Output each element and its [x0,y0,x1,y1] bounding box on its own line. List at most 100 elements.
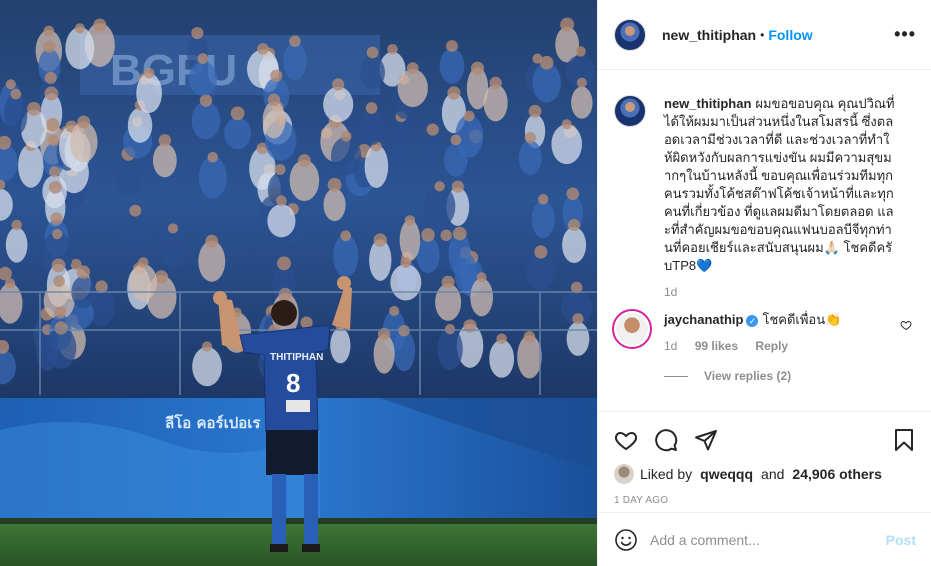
crowd-head [48,180,62,194]
crowd-head [566,187,580,201]
add-comment-input[interactable] [650,531,886,548]
crowd-figure [283,42,307,81]
crowd-head [434,181,445,192]
crowd-figure [358,110,385,146]
caption-time[interactable]: 1d [664,285,916,299]
crowd-head [52,229,63,240]
caption-block: new_thitiphan ผมขอขอบคุณ คุณปวิณที่ได้ให้… [614,95,916,299]
more-options-icon[interactable]: ••• [894,25,916,43]
comment-item: jaychanathip ✓ โชคดีเพื่อน👏 1d 99 likes Re… [612,309,916,353]
action-icons-row [614,420,916,460]
crowd-figure [267,204,296,238]
crowd-head [523,331,536,343]
crowd-figure [323,188,346,222]
caption-body: ผมขอขอบคุณ คุณปวิณที่ได้ให้ผมมาเป็นส่วนห… [664,96,895,273]
crowd-figure [566,321,590,356]
view-replies-button[interactable]: View replies (2) [614,369,916,383]
crowd-head [270,69,283,82]
crowd-head [373,233,388,247]
comment-reply-button[interactable]: Reply [755,339,788,353]
crowd-head [567,218,581,232]
crowd-head [404,215,416,226]
comments-section[interactable]: new_thitiphan ผมขอขอบคุณ คุณปวิณที่ได้ให้… [598,71,931,411]
crowd-figure [65,26,95,70]
crowd-figure [330,136,362,176]
crowd-head [441,275,455,289]
caption-author-avatar[interactable] [614,95,646,127]
post-timestamp[interactable]: 1 DAY AGO [614,495,916,506]
instagram-post-view: BGPU ลีโอ คอร์เปอเร THITIPHAN 8 new_thit… [0,0,931,566]
comment-likes[interactable]: 99 likes [695,339,738,353]
liker-avatar[interactable] [614,464,634,484]
replies-divider-line [664,375,688,377]
caption-text: new_thitiphan ผมขอขอบคุณ คุณปวิณที่ได้ให้… [664,95,896,275]
follow-button[interactable]: Follow [768,27,812,43]
liked-by-user[interactable]: qweqqq [700,466,753,482]
comment-username[interactable]: jaychanathip [664,312,743,327]
crowd-figure [129,264,158,301]
commenter-avatar-story-ring[interactable] [612,309,652,349]
comment-like-heart-icon[interactable] [900,319,912,331]
verified-badge-icon: ✓ [746,315,759,327]
crowd-head [389,305,400,317]
comment-time[interactable]: 1d [664,339,677,353]
author-username[interactable]: new_thitiphan [662,27,756,43]
crowd-figure [136,73,162,114]
crowd-head [138,257,149,268]
crowd-head [572,313,584,325]
crowd-head [340,230,352,242]
save-bookmark-icon[interactable] [892,428,916,452]
stand-banner-text: BGPU [110,46,237,95]
crowd-head [50,212,63,225]
post-side-panel: new_thitiphan • Follow ••• new_thitiphan… [597,0,931,566]
crowd-head [158,134,172,147]
crowd-figure [188,61,218,96]
crowd-head [43,25,55,37]
crowd-head [10,88,22,100]
crowd-head [4,278,16,289]
comment-bubble-icon[interactable] [654,428,678,452]
crowd-figure [192,346,222,387]
crowd-figure [551,124,583,165]
crowd-head [496,333,507,345]
crowd-figure [439,48,465,84]
crowd-head [143,67,155,79]
comment-text: jaychanathip ✓ โชคดีเพื่อน👏 [664,311,889,329]
separator-dot: • [760,27,765,42]
crowd-head [560,17,575,32]
crowd-head [332,78,345,91]
crowd-head [450,134,462,146]
post-comment-button[interactable]: Post [886,532,916,548]
crowd-figure [5,227,28,263]
crowd-head [476,272,487,283]
crowd-head [289,35,301,47]
liked-by-others[interactable]: 24,906 others [792,466,882,482]
crowd-figure [518,140,542,176]
crowd-head [44,71,57,84]
caption-username[interactable]: new_thitiphan [664,96,751,111]
crowd-figure [152,143,177,178]
crowd-head [534,245,548,259]
post-header: new_thitiphan • Follow ••• [598,0,931,70]
view-replies-label: View replies (2) [704,369,792,383]
crowd-head [230,106,245,121]
crowd-head [199,94,213,107]
crowd-head [197,53,209,64]
crowd-head [277,256,291,271]
crowd-head [201,341,213,352]
crowd-figure [435,283,462,321]
comment-body: โชคดีเพื่อน👏 [762,312,842,327]
share-paper-plane-icon[interactable] [694,428,718,452]
crowd-figure [330,327,351,364]
crowd-head [276,195,287,207]
crowd-head [54,321,68,335]
author-avatar[interactable] [614,18,646,51]
crowd-head [45,117,60,132]
crowd-figure [444,143,468,177]
crowd-head [463,110,475,122]
emoji-picker-icon[interactable] [614,528,638,552]
crowd-head [76,265,91,279]
crowd-head [129,204,142,217]
post-photo[interactable]: BGPU ลีโอ คอร์เปอเร THITIPHAN 8 [0,0,597,566]
like-heart-icon[interactable] [614,428,638,452]
